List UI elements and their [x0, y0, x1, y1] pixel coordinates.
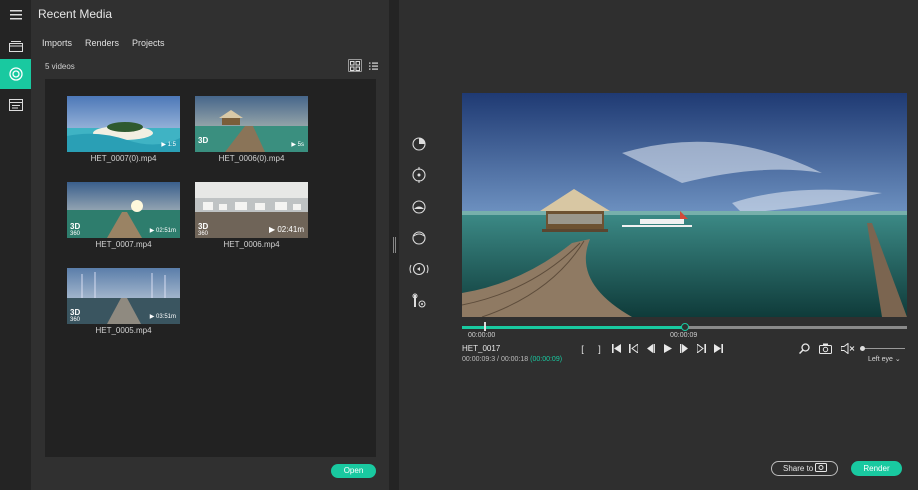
zoom-icon[interactable]	[797, 342, 811, 355]
snapshot-icon[interactable]	[818, 342, 832, 355]
view-toggle	[348, 59, 380, 72]
clip-time: 00:00:09:3 / 00:00:18 (00:00:09)	[462, 356, 563, 363]
crosshair-icon[interactable]	[410, 166, 428, 184]
share-button[interactable]: Share to	[771, 461, 838, 476]
editor-icon[interactable]	[0, 90, 31, 120]
media-item[interactable]: 3D 360 ▶ 03:51m HET_0005.mp4	[67, 268, 180, 335]
rotate-icon[interactable]	[410, 229, 428, 247]
frame-forward-icon[interactable]	[679, 343, 690, 354]
tab-projects[interactable]: Projects	[132, 38, 165, 48]
media-item[interactable]: 3D ▶ 5s HET_0006(0).mp4	[195, 96, 308, 163]
duration-label: ▶ 02:41m	[268, 225, 304, 234]
media-name: HET_0006.mp4	[223, 240, 280, 249]
media-grid: ▶ 1:5 HET_0007(0).mp4 3D ▶ 5s HET_0006(0…	[45, 79, 376, 457]
3d-badge: 3D	[198, 222, 209, 231]
360-media-icon[interactable]	[0, 59, 31, 89]
step-back-icon[interactable]	[628, 343, 639, 354]
tab-imports[interactable]: Imports	[42, 38, 72, 48]
volume-knob[interactable]	[860, 346, 865, 351]
video-thumbnail: 3D 360 ▶ 02:41m	[195, 182, 308, 238]
duration-label: ▶ 03:51m	[149, 314, 176, 320]
media-name: HET_0007(0).mp4	[90, 154, 157, 163]
little-planet-icon[interactable]	[410, 135, 428, 153]
recent-media-panel: Recent Media Imports Renders Projects 5 …	[31, 0, 389, 490]
video-thumbnail: ▶ 1:5	[67, 96, 180, 152]
duration-label: ▶ 02:51m	[149, 228, 176, 234]
menu-icon[interactable]	[0, 0, 31, 30]
orientation-icon[interactable]	[408, 260, 430, 278]
media-item[interactable]: 3D 360 ▶ 02:41m HET_0006.mp4	[195, 182, 308, 249]
playhead[interactable]	[681, 323, 689, 331]
duration-label: ▶ 5s	[291, 142, 304, 148]
media-item[interactable]: 3D 360 ▶ 02:51m HET_0007.mp4	[67, 182, 180, 249]
grid-view-icon[interactable]	[348, 59, 362, 72]
open-button[interactable]: Open	[331, 464, 376, 478]
3d-badge: 3D	[198, 136, 209, 145]
timeline-playhead-label: 00:00:09	[670, 332, 698, 339]
media-item[interactable]: ▶ 1:5 HET_0007(0).mp4	[67, 96, 180, 163]
render-button[interactable]: Render	[851, 461, 902, 476]
3d-badge: 3D	[70, 222, 81, 231]
video-count: 5 videos	[45, 62, 75, 71]
volume-slider[interactable]	[860, 348, 905, 349]
video-thumbnail: 3D ▶ 5s	[195, 96, 308, 152]
360-badge: 360	[70, 317, 81, 323]
clip-name: HET_0017	[462, 344, 501, 353]
tab-renders[interactable]: Renders	[85, 38, 119, 48]
panel-title: Recent Media	[38, 7, 113, 21]
timeline-progress	[462, 326, 685, 329]
list-view-icon[interactable]	[366, 59, 380, 72]
video-preview[interactable]	[462, 93, 907, 317]
media-tabs: Imports Renders Projects	[42, 38, 165, 48]
frame-back-icon[interactable]	[645, 343, 656, 354]
sphere-icon[interactable]	[410, 198, 428, 216]
settings-tool-icon[interactable]	[410, 292, 428, 310]
resize-grip-icon[interactable]	[393, 237, 396, 253]
timeline-start-label: 00:00:00	[468, 332, 496, 339]
media-name: HET_0007.mp4	[95, 240, 152, 249]
share-icon	[815, 463, 828, 472]
mark-in-icon[interactable]: [	[577, 343, 588, 354]
eye-select[interactable]: Left eye ⌄	[868, 355, 901, 363]
video-thumbnail: 3D 360 ▶ 03:51m	[67, 268, 180, 324]
left-rail	[0, 0, 31, 490]
360-badge: 360	[198, 231, 209, 237]
timeline-start-marker[interactable]	[484, 322, 486, 331]
transport-controls: [ ]	[577, 343, 724, 354]
play-icon[interactable]	[662, 343, 673, 354]
mark-out-icon[interactable]: ]	[594, 343, 605, 354]
skip-end-icon[interactable]	[713, 343, 724, 354]
media-name: HET_0006(0).mp4	[218, 154, 285, 163]
video-thumbnail: 3D 360 ▶ 02:51m	[67, 182, 180, 238]
media-library-icon[interactable]	[0, 31, 31, 61]
3d-badge: 3D	[70, 308, 81, 317]
media-name: HET_0005.mp4	[95, 326, 152, 335]
360-badge: 360	[70, 231, 81, 237]
skip-start-icon[interactable]	[611, 343, 622, 354]
step-forward-icon[interactable]	[696, 343, 707, 354]
mute-icon[interactable]	[841, 342, 855, 355]
duration-label: ▶ 1:5	[161, 142, 176, 148]
